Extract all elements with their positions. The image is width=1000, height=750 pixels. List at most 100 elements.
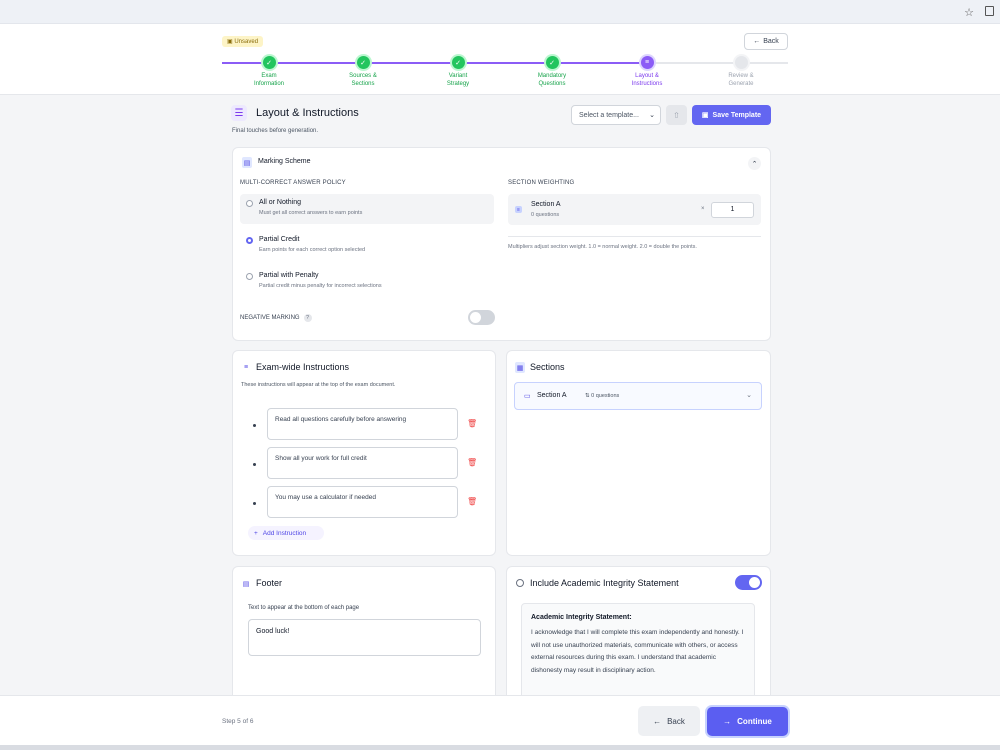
weighting-note: Multipliers adjust section weight. 1.0 =…: [508, 244, 697, 250]
wizard-footer: [0, 695, 1000, 750]
section-icon: ≡: [515, 206, 522, 213]
continue-button[interactable]: → Continue: [707, 707, 788, 736]
trash-icon[interactable]: 🗑: [467, 458, 477, 467]
option-description: Earn points for each correct option sele…: [259, 247, 366, 253]
option-description: Must get all correct answers to earn poi…: [259, 210, 363, 216]
check-icon: ✓: [451, 56, 465, 69]
collapse-chevron-up-icon[interactable]: ⌃: [748, 157, 761, 170]
browser-toolbar: ☆: [0, 0, 1000, 24]
step-exam-information[interactable]: ✓ Exam Information: [222, 55, 316, 88]
pending-dot-icon: [734, 56, 748, 69]
trash-icon[interactable]: 🗑: [467, 497, 477, 506]
weighting-question-count: 0 questions: [531, 212, 560, 218]
folder-icon: ▭: [524, 393, 531, 400]
radio-partial-with-penalty[interactable]: [246, 273, 253, 280]
option-label: All or Nothing: [259, 199, 302, 206]
step-review-generate[interactable]: Review & Generate: [694, 55, 788, 88]
option-label: Partial Credit: [259, 236, 300, 243]
back-label: Back: [667, 716, 685, 726]
save-template-label: Save Template: [712, 111, 762, 119]
check-icon: ✓: [262, 56, 276, 69]
trash-icon[interactable]: 🗑: [467, 419, 477, 428]
continue-label: Continue: [737, 717, 772, 726]
chevron-down-icon[interactable]: ⌄: [746, 391, 752, 399]
file-icon: ▤: [242, 580, 250, 588]
multiply-sign: ×: [701, 206, 705, 212]
step-label: Variant Strategy: [446, 73, 470, 87]
weighting-section-name: Section A: [531, 201, 561, 208]
arrow-left-icon: ←: [753, 38, 761, 45]
footer-text-input[interactable]: Good luck!: [248, 619, 481, 656]
shield-icon: [516, 579, 524, 587]
arrow-right-icon: →: [723, 717, 732, 726]
integrity-title: Include Academic Integrity Statement: [530, 578, 679, 588]
step-label: Exam Information: [253, 73, 284, 87]
instruction-input[interactable]: Show all your work for full credit: [267, 447, 458, 479]
step-variant-strategy[interactable]: ✓ Variant Strategy: [411, 55, 505, 88]
section-question-count: ⇅ 0 questions: [585, 393, 620, 399]
save-icon: ▣: [701, 112, 709, 119]
step-counter: Step 5 of 6: [222, 718, 254, 725]
bullet-icon: [253, 424, 256, 427]
weighting-input[interactable]: 1: [711, 202, 754, 218]
page-subtitle: Final touches before generation.: [232, 128, 319, 134]
toggle-knob: [749, 577, 760, 588]
back-button[interactable]: ← Back: [638, 706, 700, 736]
step-layout-instructions[interactable]: ≡ Layout & Instructions: [600, 55, 694, 88]
footer-label: Text to appear at the bottom of each pag…: [248, 605, 360, 611]
unsaved-label: Unsaved: [234, 39, 259, 45]
sections-title: Sections: [530, 362, 565, 372]
layout-icon: ☰: [231, 105, 247, 121]
upload-icon: ⇧: [673, 110, 680, 120]
instructions-subtitle: These instructions will appear at the to…: [241, 382, 396, 388]
unsaved-badge: ▣ Unsaved: [222, 36, 264, 47]
integrity-toggle[interactable]: [735, 575, 762, 590]
window-bottom-edge: [0, 745, 1000, 750]
integrity-heading: Academic Integrity Statement:: [531, 614, 632, 621]
progress-stepper: ✓ Exam Information ✓ Sources & Sections ✓ …: [222, 55, 788, 91]
weighting-heading: SECTION WEIGHTING: [508, 180, 575, 186]
policy-heading: MULTI-CORRECT ANSWER POLICY: [240, 180, 346, 186]
step-label: Mandatory Questions: [537, 73, 567, 87]
policy-option-all-or-nothing[interactable]: All or Nothing Must get all correct answ…: [240, 194, 494, 224]
back-label: Back: [763, 38, 779, 45]
policy-option-partial-with-penalty[interactable]: Partial with Penalty Partial credit minu…: [240, 267, 494, 297]
arrow-left-icon: ←: [653, 716, 662, 726]
section-item[interactable]: ▭ Section A ⇅ 0 questions ⌄: [514, 382, 762, 410]
layout-icon: ≡: [640, 56, 654, 69]
save-template-button[interactable]: ▣ Save Template: [692, 105, 771, 125]
template-placeholder: Select a template...: [579, 112, 639, 119]
bookmark-star-icon[interactable]: ☆: [964, 6, 974, 19]
footer-title: Footer: [256, 578, 283, 588]
divider: [508, 236, 761, 237]
extensions-icon[interactable]: [985, 6, 994, 16]
chevron-down-icon: ⌄: [649, 112, 655, 119]
upload-template-button[interactable]: ⇧: [666, 105, 687, 125]
section-weighting-row: ≡ Section A 0 questions × 1: [508, 194, 761, 225]
bullet-icon: [253, 502, 256, 505]
document-icon: ▤: [242, 157, 252, 168]
grid-icon: ▦: [515, 362, 525, 373]
instruction-input[interactable]: You may use a calculator if needed: [267, 486, 458, 518]
check-icon: ✓: [545, 56, 559, 69]
add-instruction-button[interactable]: + Add Instruction: [248, 526, 324, 540]
integrity-text: I acknowledge that I will complete this …: [531, 629, 744, 674]
step-mandatory-questions[interactable]: ✓ Mandatory Questions: [505, 55, 599, 88]
section-name: Section A: [537, 392, 567, 399]
list-icon: ≡: [243, 364, 249, 371]
header-back-button[interactable]: ← Back: [744, 33, 788, 50]
sections-card: [506, 350, 771, 556]
help-icon[interactable]: ?: [303, 314, 312, 322]
policy-option-partial-credit[interactable]: Partial Credit Earn points for each corr…: [240, 231, 494, 261]
page-title: Layout & Instructions: [256, 107, 359, 119]
radio-all-or-nothing[interactable]: [246, 200, 253, 207]
instruction-input[interactable]: Read all questions carefully before answ…: [267, 408, 458, 440]
section-question-count-text: 0 questions: [591, 393, 620, 399]
step-label: Review & Generate: [728, 73, 754, 87]
step-label: Layout & Instructions: [631, 73, 663, 87]
negative-marking-toggle[interactable]: [468, 310, 495, 325]
radio-partial-credit[interactable]: [246, 237, 253, 244]
step-sources-sections[interactable]: ✓ Sources & Sections: [316, 55, 410, 88]
toggle-knob: [470, 312, 481, 323]
template-select[interactable]: Select a template... ⌄: [571, 105, 661, 125]
